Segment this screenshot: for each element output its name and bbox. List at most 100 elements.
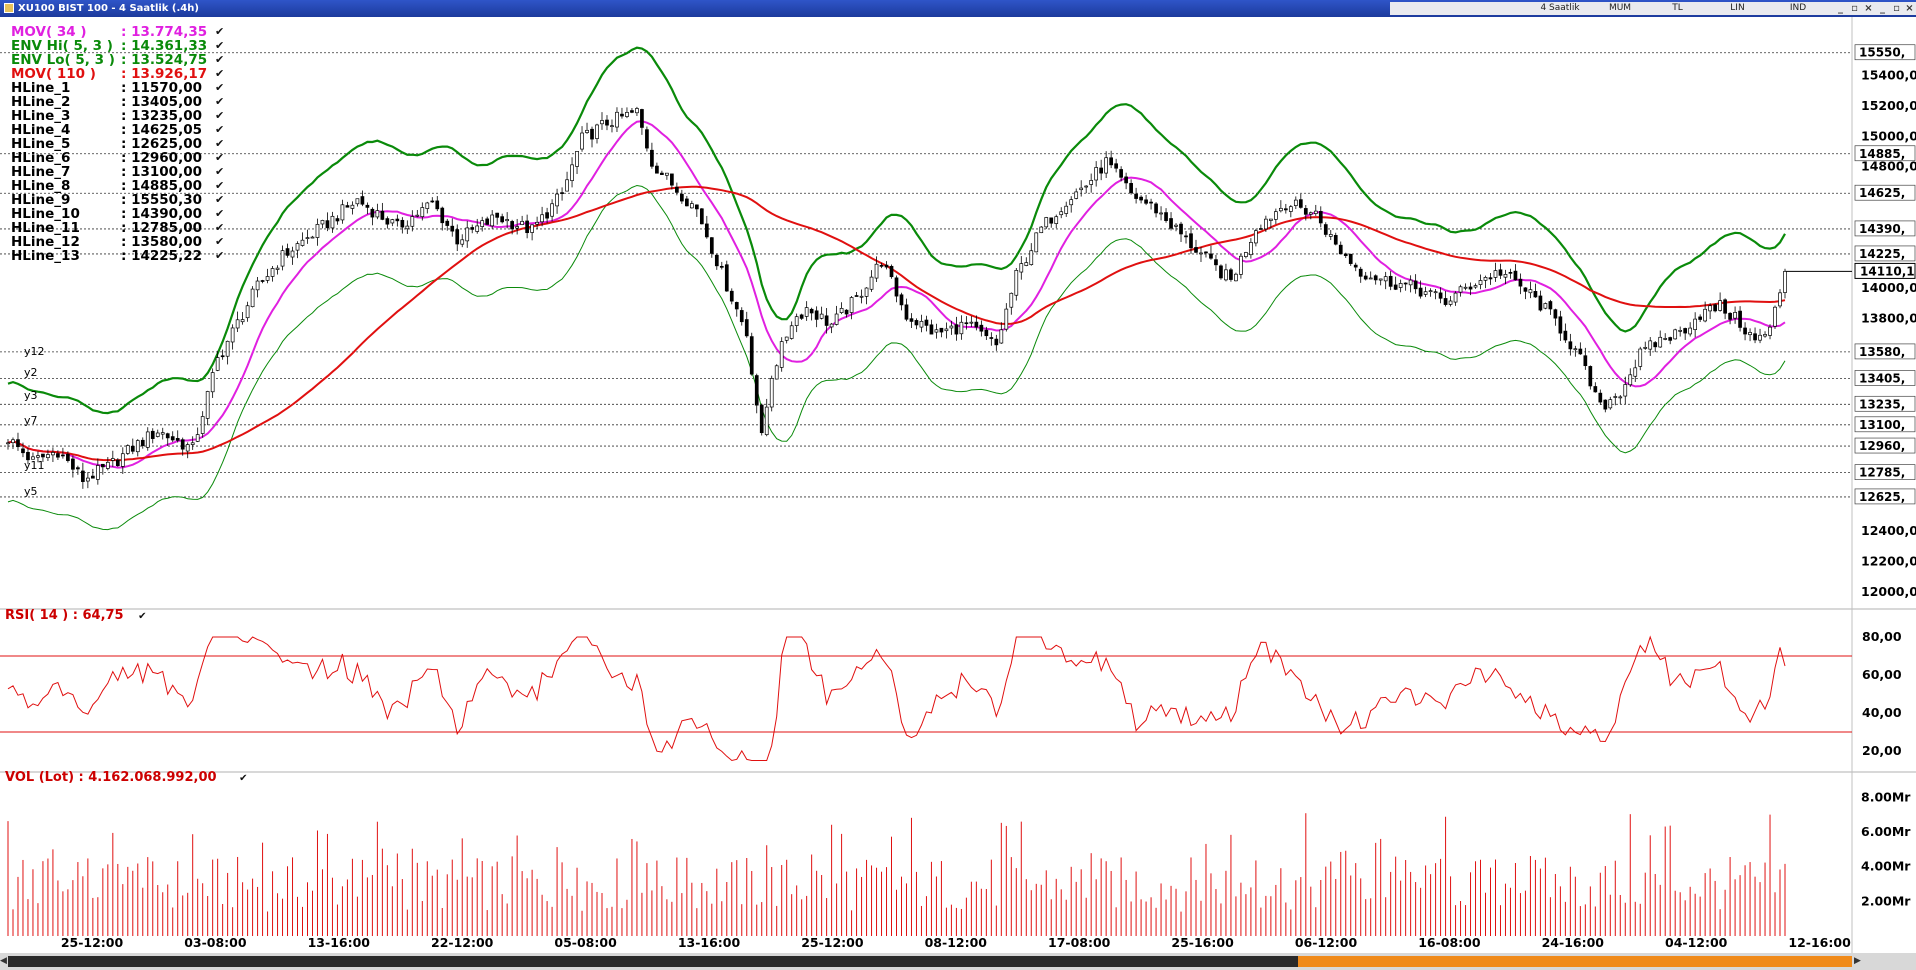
check-icon[interactable]: ✔ [215, 53, 224, 67]
check-icon[interactable]: ✔ [215, 137, 224, 151]
candle-body [794, 316, 799, 326]
check-icon[interactable]: ✔ [215, 151, 224, 165]
scroll-right-icon[interactable]: ▶ [1854, 956, 1862, 967]
candle-body [390, 219, 395, 224]
candle-body [230, 327, 235, 343]
candle-body [71, 458, 75, 470]
check-icon[interactable]: ✔ [215, 39, 224, 53]
candle-body [1303, 208, 1308, 215]
app-close-icon[interactable]: × [1903, 2, 1916, 15]
legend-row[interactable]: MOV( 110 ): 13.926,17 ✔ [11, 67, 224, 81]
toolbar-indicator-button[interactable]: IND [1784, 2, 1812, 15]
candle-body [1403, 282, 1408, 285]
legend-row[interactable]: ENV Hi( 5, 3 ): 14.361,33 ✔ [11, 39, 224, 53]
check-icon[interactable]: ✔ [215, 179, 224, 193]
candle-body [824, 315, 829, 326]
legend-row[interactable]: HLine_4: 14625,05 ✔ [11, 123, 224, 137]
toolbar-period-button[interactable]: 4 Saatlik [1540, 2, 1580, 15]
candle-body [829, 323, 834, 328]
toolbar-scale-button[interactable]: LIN [1725, 2, 1750, 15]
candle-body [954, 324, 959, 335]
legend-label: HLine_13 [11, 248, 80, 264]
legend-row[interactable]: HLine_9: 15550,30 ✔ [11, 193, 224, 207]
candle-body [884, 264, 889, 268]
candle-body [195, 434, 200, 442]
legend-value: : 13.926,17 [121, 66, 208, 82]
legend-row[interactable]: HLine_13: 14225,22 ✔ [11, 248, 224, 264]
check-icon[interactable]: ✔ [215, 25, 224, 39]
check-icon[interactable]: ✔ [215, 165, 224, 179]
scroll-thumb[interactable] [1298, 956, 1852, 967]
x-tick-label: 16-08:00 [1418, 935, 1481, 950]
candle-body [320, 220, 325, 225]
legend-row[interactable]: HLine_1: 11570,00 ✔ [11, 81, 224, 95]
candle-body [1613, 396, 1618, 398]
price-tag-label: 13235, [1859, 397, 1905, 411]
candle-body [220, 355, 225, 358]
candle-body [1428, 290, 1433, 293]
check-icon[interactable]: ✔ [215, 67, 224, 81]
app-restore-icon[interactable]: ▫ [1890, 2, 1903, 15]
legend-row[interactable]: HLine_7: 13100,00 ✔ [11, 165, 224, 179]
candle-body [530, 224, 534, 233]
candle-body [994, 338, 999, 346]
legend-value: : 14625,05 [121, 122, 202, 138]
check-icon[interactable]: ✔ [215, 123, 224, 137]
check-icon[interactable]: ✔ [215, 109, 224, 123]
legend-row[interactable]: HLine_3: 13235,00 ✔ [11, 109, 224, 123]
legend-row[interactable]: HLine_2: 13405,00 ✔ [11, 95, 224, 109]
legend-row[interactable]: MOV( 34 ): 13.774,35 ✔ [11, 25, 224, 39]
candle-body [1298, 199, 1303, 208]
candle-body [620, 113, 624, 117]
candle-body [1563, 330, 1568, 341]
legend-value: : 13405,00 [121, 94, 202, 110]
candle-body [1773, 306, 1777, 327]
legend-row[interactable]: HLine_8: 14885,00 ✔ [11, 179, 224, 193]
candle-body [1398, 283, 1403, 288]
legend-row[interactable]: HLine_11: 12785,00 ✔ [11, 221, 224, 235]
candle-body [1004, 308, 1009, 330]
legend-row[interactable]: HLine_10: 14390,00 ✔ [11, 207, 224, 221]
toolbar-candle-button[interactable]: MUM [1605, 2, 1635, 15]
candle-body [689, 203, 694, 209]
check-icon[interactable]: ✔ [215, 81, 224, 95]
x-tick-label: 13-16:00 [308, 935, 371, 950]
legend-row[interactable]: HLine_12: 13580,00 ✔ [11, 235, 224, 249]
candle-body [225, 340, 230, 357]
check-icon[interactable]: ✔ [215, 221, 224, 235]
legend-value: : 14390,00 [121, 206, 202, 222]
check-icon[interactable]: ✔ [215, 249, 224, 263]
candle-body [784, 336, 789, 341]
candle-body [779, 341, 784, 368]
check-icon[interactable]: ✔ [215, 207, 224, 221]
candle-body [670, 173, 674, 186]
price-tag-label: 13100, [1859, 418, 1905, 432]
price-tag-label: 12960, [1859, 439, 1905, 453]
app-minimize-icon[interactable]: _ [1876, 2, 1889, 15]
check-icon[interactable]: ✔ [215, 95, 224, 109]
check-icon[interactable]: ✔ [215, 235, 224, 249]
restore-icon[interactable]: ▫ [1848, 2, 1861, 15]
minimize-icon[interactable]: _ [1834, 2, 1847, 15]
candle-body [540, 214, 544, 223]
legend-row[interactable]: HLine_5: 12625,00 ✔ [11, 137, 224, 151]
check-icon[interactable]: ✔ [215, 193, 224, 207]
candle-body [605, 119, 609, 126]
legend-row[interactable]: ENV Lo( 5, 3 ): 13.524,75 ✔ [11, 53, 224, 67]
candle-body [1463, 286, 1468, 289]
chart-area[interactable]: y12y2y3y7y11y5 15550,14885,14625,14390,1… [0, 17, 1916, 953]
candle-body [1249, 241, 1253, 256]
toolbar-currency-button[interactable]: TL [1665, 2, 1690, 15]
candle-body [105, 461, 110, 469]
candle-body [1508, 271, 1513, 274]
scroll-left-icon[interactable]: ◀ [0, 956, 8, 967]
candle-body [1139, 196, 1143, 201]
x-tick-label: 24-16:00 [1542, 935, 1605, 950]
candle-body [939, 327, 944, 333]
candle-body [300, 239, 305, 246]
x-tick-label: 06-12:00 [1295, 935, 1358, 950]
close-icon[interactable]: × [1862, 2, 1875, 15]
candle-body [1348, 253, 1353, 264]
time-scrollbar[interactable]: ◀ ▶ [0, 953, 1916, 970]
legend-row[interactable]: HLine_6: 12960,00 ✔ [11, 151, 224, 165]
